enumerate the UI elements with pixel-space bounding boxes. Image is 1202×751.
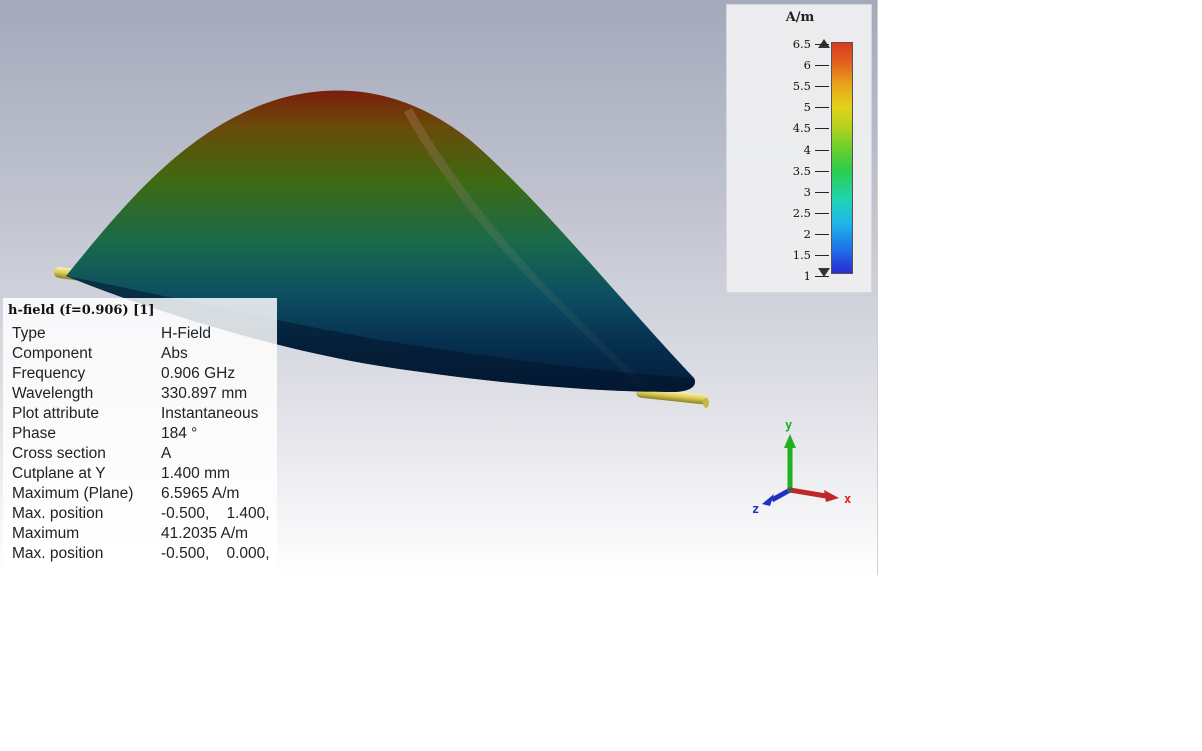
plot-info-value: 6.5965 A/m	[161, 485, 240, 502]
plot-info-value: -0.500, 1.400,	[161, 505, 270, 522]
legend-tick-label: 4.5	[792, 121, 811, 136]
plot-info-row: Cross section A	[12, 445, 277, 465]
plot-info-value: A	[161, 445, 172, 462]
legend-tick-mark	[815, 44, 829, 45]
legend-tick-mark	[815, 149, 829, 151]
legend-tick-mark	[815, 170, 829, 172]
axis-y-label: y	[785, 418, 793, 432]
plot-info-key: Wavelength	[12, 385, 94, 402]
legend-tick-label: 3	[803, 184, 811, 199]
plot-info-key: Frequency	[12, 365, 86, 382]
legend-tick-label: 3.5	[792, 163, 811, 178]
legend-tick-label: 1	[803, 269, 811, 284]
plot-info-row: Max. position -0.500, 1.400,	[12, 505, 277, 525]
color-legend: A/m 6.5 6 5.5 5 4.5 4 3.5 3 2.5 2 1.5 1	[726, 4, 872, 293]
legend-tick-mark	[815, 86, 829, 88]
axis-x-label: x	[844, 492, 852, 506]
plot-info-title: h-field (f=0.906) [1]	[8, 303, 155, 318]
plot-info-key: Cutplane at Y	[12, 465, 106, 482]
legend-tick-mark	[815, 233, 829, 235]
plot-info-key: Maximum (Plane)	[12, 485, 134, 502]
legend-tick-mark	[815, 65, 829, 67]
plot-info-row: Maximum (Plane) 6.5965 A/m	[12, 485, 277, 505]
legend-tick-label: 1.5	[792, 248, 811, 262]
plot-info-value: 0.906 GHz	[161, 365, 236, 382]
legend-tick-label: 6	[803, 58, 811, 73]
plot-info-key: Max. position	[12, 505, 104, 522]
plot-info-value: 330.897 mm	[161, 385, 248, 402]
legend-tick-mark	[815, 276, 829, 278]
legend-color-bar	[831, 42, 853, 274]
plot-info-value: 41.2035 A/m	[161, 525, 249, 542]
plot-info-row: Maximum 41.2035 A/m	[12, 525, 277, 545]
plot-info-panel: h-field (f=0.906) [1] Type H-Field Compone…	[3, 298, 277, 570]
plot-info-key: Max. position	[12, 545, 104, 562]
legend-tick-label: 5	[803, 100, 811, 115]
legend-tick-label: 4	[803, 142, 811, 157]
plot-info-value: Abs	[161, 345, 188, 362]
legend-unit: A/m	[785, 10, 815, 25]
legend-tick-mark	[815, 255, 829, 256]
plot-info-row: Max. position -0.500, 0.000,	[12, 545, 277, 565]
plot-info-row: Frequency 0.906 GHz	[12, 365, 277, 385]
plot-info-row: Plot attribute Instantaneous	[12, 405, 277, 425]
axis-z-label: z	[752, 502, 760, 516]
legend-tick-mark	[815, 212, 829, 214]
viewport-border	[877, 0, 878, 575]
plot-info-key: Cross section	[12, 445, 106, 462]
plot-info-key: Phase	[12, 425, 56, 442]
plot-info-key: Component	[12, 345, 93, 362]
plot-info-key: Type	[12, 325, 46, 342]
legend-tick-mark	[815, 107, 829, 109]
plot-info-row: Wavelength 330.897 mm	[12, 385, 277, 405]
plot-info-key: Plot attribute	[12, 405, 100, 422]
legend-tick-label: 5.5	[792, 79, 811, 94]
plot-info-value: 1.400 mm	[161, 465, 230, 482]
plot-info-row: Phase 184 °	[12, 425, 277, 445]
plot-info-row: Type H-Field	[12, 325, 277, 345]
plot-info-key: Maximum	[12, 525, 80, 542]
plot-info-value: -0.500, 0.000,	[161, 545, 270, 562]
legend-tick-mark	[815, 128, 829, 130]
plot-info-value: 184 °	[161, 425, 198, 442]
plot-info-value: H-Field	[161, 325, 211, 342]
3d-viewport[interactable]: A/m 6.5 6 5.5 5 4.5 4 3.5 3 2.5 2 1.5 1 h-field (f=…	[0, 0, 878, 575]
plot-info-row: Component Abs	[12, 345, 277, 365]
plot-info-row: Cutplane at Y 1.400 mm	[12, 465, 277, 485]
legend-tick-mark	[815, 191, 829, 193]
plot-info-value: Instantaneous	[161, 405, 259, 422]
legend-tick-label: 6.5	[792, 37, 811, 51]
axes-orientation-indicator: y x z	[744, 412, 864, 522]
legend-tick-label: 2.5	[792, 205, 811, 220]
legend-tick-label: 2	[803, 226, 811, 241]
